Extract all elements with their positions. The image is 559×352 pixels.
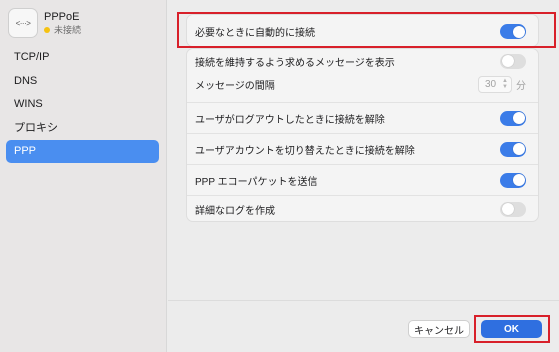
sidebar-item-proxy[interactable]: プロキシ <box>6 117 159 140</box>
sidebar-nav: TCP/IP DNS WINS プロキシ PPP <box>6 46 159 164</box>
verbose-logging-label: 詳細なログを作成 <box>195 205 275 217</box>
sidebar-item-ppp[interactable]: PPP <box>6 140 159 163</box>
disconnect-on-user-switch-toggle[interactable] <box>500 141 526 157</box>
prompt-keep-connected-label: 接続を維持するよう求めるメッセージを表示 <box>195 57 395 69</box>
cancel-button[interactable]: キャンセル <box>408 320 470 338</box>
connect-on-demand-row: 必要なときに自動的に接続 <box>187 15 538 48</box>
footer-divider <box>168 300 559 301</box>
interface-status-label: 未接続 <box>54 24 82 35</box>
verbose-logging-toggle[interactable] <box>500 201 526 217</box>
network-interface-icon: <···> <box>8 8 38 38</box>
message-interval-stepper[interactable]: 30 ▲ ▼ <box>478 75 512 93</box>
prompt-keep-connected-row: 接続を維持するよう求めるメッセージを表示 <box>187 49 538 73</box>
sidebar-item-dns[interactable]: DNS <box>6 70 159 93</box>
disconnect-on-logout-toggle[interactable] <box>500 110 526 126</box>
disconnect-on-user-switch-label: ユーザアカウントを切り替えたときに接続を解除 <box>195 145 415 157</box>
disconnect-on-logout-row: ユーザがログアウトしたときに接続を解除 <box>187 102 538 133</box>
disconnect-on-logout-label: ユーザがログアウトしたときに接続を解除 <box>195 114 385 126</box>
send-echo-packets-row: PPP エコーパケットを送信 <box>187 164 538 195</box>
verbose-logging-row: 詳細なログを作成 <box>187 195 538 222</box>
message-interval-row: メッセージの間隔 30 ▲ ▼ 分 <box>187 73 538 95</box>
sidebar: <···> PPPoE 未接続 TCP/IP DNS WINS プロキシ PPP <box>0 0 167 352</box>
interface-status: 未接続 <box>44 25 81 36</box>
connect-on-demand-label: 必要なときに自動的に接続 <box>195 28 315 39</box>
sidebar-item-tcpip[interactable]: TCP/IP <box>6 46 159 69</box>
send-echo-packets-label: PPP エコーパケットを送信 <box>195 176 318 188</box>
sidebar-item-wins[interactable]: WINS <box>6 93 159 116</box>
connect-on-demand-toggle[interactable] <box>500 24 526 39</box>
prompt-keep-connected-toggle[interactable] <box>500 53 526 69</box>
ok-button[interactable]: OK <box>481 320 542 338</box>
connect-on-demand-group: 必要なときに自動的に接続 <box>186 14 539 47</box>
interface-header: <···> PPPoE 未接続 <box>8 8 81 38</box>
message-interval-value: 30 <box>485 78 497 90</box>
message-interval-label: メッセージの間隔 <box>195 80 275 92</box>
status-dot-icon <box>44 27 50 33</box>
ppp-options-group: 接続を維持するよう求めるメッセージを表示 メッセージの間隔 30 ▲ ▼ 分 ユー… <box>186 48 539 222</box>
send-echo-packets-toggle[interactable] <box>500 172 526 188</box>
interface-name: PPPoE <box>44 10 80 23</box>
ppp-settings-pane: 必要なときに自動的に接続 接続を維持するよう求めるメッセージを表示 メッセージの… <box>168 0 559 352</box>
message-interval-unit: 分 <box>516 80 526 92</box>
stepper-arrows-icon[interactable]: ▲ ▼ <box>502 78 508 90</box>
disconnect-on-user-switch-row: ユーザアカウントを切り替えたときに接続を解除 <box>187 133 538 164</box>
